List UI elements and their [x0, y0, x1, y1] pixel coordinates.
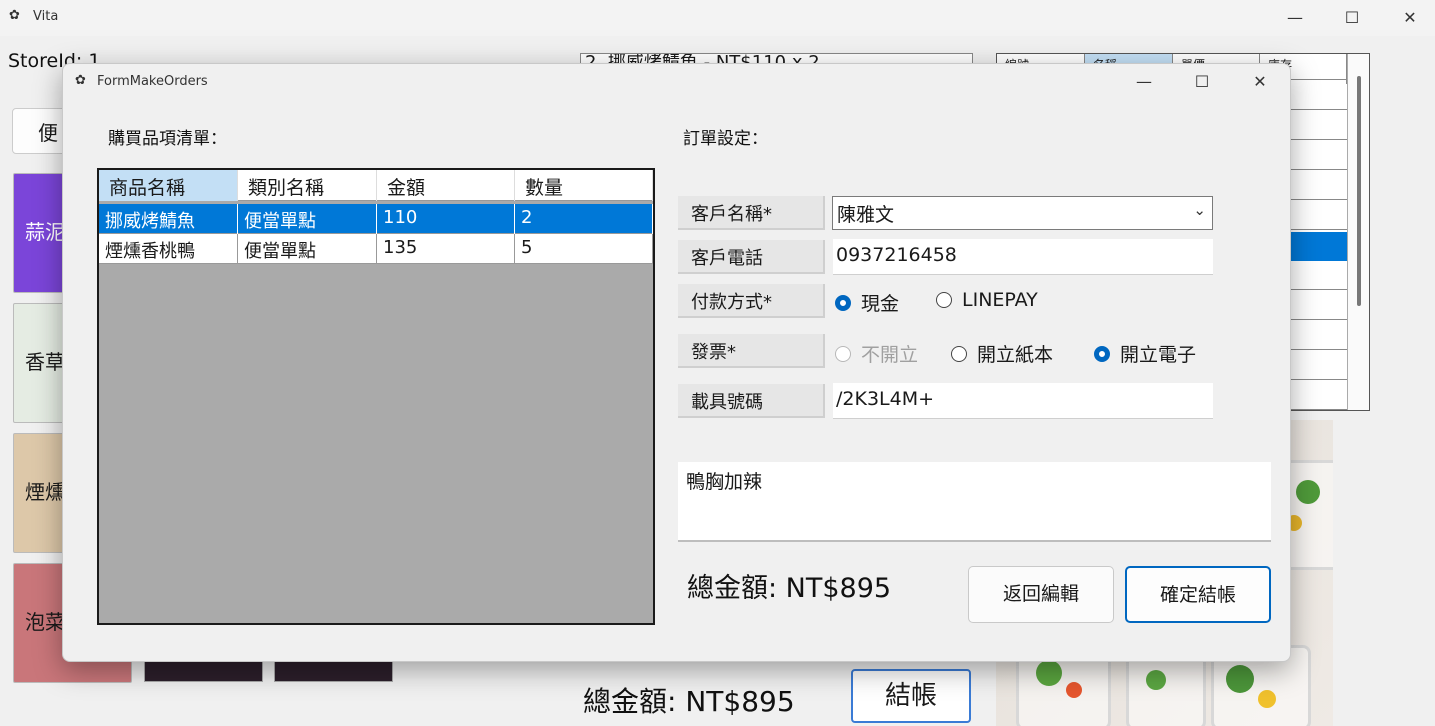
main-total-label: 總金額: NT$895 — [583, 685, 795, 718]
customer-name-value: 陳雅文 — [837, 204, 895, 226]
dialog-minimize-button[interactable]: — — [1115, 64, 1173, 100]
payment-method-label: 付款方式* — [678, 284, 825, 318]
main-titlebar: ✿ Vita — ☐ ✕ — [0, 0, 1435, 36]
product-tile[interactable] — [144, 660, 263, 682]
dialog-total-label: 總金額: NT$895 — [687, 573, 892, 604]
main-window-title: Vita — [33, 9, 59, 24]
customer-phone-label: 客戶電話 — [678, 240, 825, 274]
cell-amount[interactable]: 135 — [377, 234, 515, 264]
radio-label[interactable]: LINEPAY — [962, 289, 1038, 311]
chevron-down-icon[interactable]: ⌄ — [1193, 201, 1206, 219]
main-close-button[interactable]: ✕ — [1387, 2, 1433, 34]
column-header-product-name[interactable]: 商品名稱 — [99, 170, 238, 201]
checkout-button[interactable]: 結帳 — [851, 669, 971, 723]
cell-category[interactable]: 便當單點 — [238, 204, 377, 234]
table-row[interactable]: 挪威烤鯖魚 便當單點 110 2 — [99, 204, 653, 234]
items-heading: 購買品項清單： — [108, 129, 227, 149]
dialog-close-button[interactable]: ✕ — [1231, 64, 1289, 100]
radio-unchecked-icon[interactable] — [951, 345, 967, 362]
column-header-amount[interactable]: 金額 — [377, 170, 515, 201]
invoice-label: 發票* — [678, 334, 825, 368]
app-icon: ✿ — [9, 8, 20, 23]
radio-label[interactable]: 開立電子 — [1120, 340, 1196, 367]
radio-label[interactable]: 開立紙本 — [977, 340, 1053, 367]
payment-cash-radio[interactable]: 現金 — [835, 289, 899, 316]
invoice-electronic-radio[interactable]: 開立電子 — [1094, 340, 1196, 367]
cell-category[interactable]: 便當單點 — [238, 234, 377, 264]
product-tile[interactable] — [274, 660, 393, 682]
radio-checked-icon[interactable] — [1094, 345, 1110, 362]
cell-product-name[interactable]: 煙燻香桃鴨 — [99, 234, 238, 264]
cell-product-name[interactable]: 挪威烤鯖魚 — [99, 204, 238, 234]
radio-label: 不開立 — [861, 344, 919, 366]
customer-name-label: 客戶名稱* — [678, 196, 825, 230]
radio-label[interactable]: 現金 — [861, 289, 899, 316]
order-grid-header: 商品名稱 類別名稱 金額 數量 — [99, 170, 653, 201]
settings-heading: 訂單設定： — [683, 129, 768, 149]
invoice-none-radio: 不開立 — [835, 340, 918, 367]
confirm-checkout-button[interactable]: 確定結帳 — [1125, 566, 1271, 623]
scrollbar-thumb[interactable] — [1357, 76, 1361, 306]
main-minimize-button[interactable]: — — [1272, 2, 1318, 34]
radio-unchecked-icon — [835, 345, 851, 362]
radio-checked-icon[interactable] — [835, 294, 851, 311]
main-maximize-button[interactable]: ☐ — [1329, 2, 1375, 34]
customer-name-combobox[interactable]: 陳雅文 ⌄ — [832, 196, 1213, 230]
cell-amount[interactable]: 110 — [377, 204, 515, 234]
make-orders-dialog: ✿ FormMakeOrders — ☐ ✕ 購買品項清單： 訂單設定： 商品名… — [62, 63, 1291, 662]
column-header-quantity[interactable]: 數量 — [515, 170, 653, 201]
table-row[interactable]: 煙燻香桃鴨 便當單點 135 5 — [99, 234, 653, 264]
dialog-title: FormMakeOrders — [97, 74, 208, 89]
cell-quantity[interactable]: 2 — [515, 204, 653, 234]
carrier-label: 載具號碼 — [678, 384, 825, 418]
back-to-edit-button[interactable]: 返回編輯 — [968, 566, 1114, 623]
radio-unchecked-icon[interactable] — [936, 292, 952, 308]
dialog-maximize-button[interactable]: ☐ — [1173, 64, 1231, 100]
order-items-grid[interactable]: 商品名稱 類別名稱 金額 數量 挪威烤鯖魚 便當單點 110 2 煙燻香桃鴨 便… — [97, 168, 655, 625]
dialog-app-icon: ✿ — [75, 73, 86, 88]
invoice-paper-radio[interactable]: 開立紙本 — [951, 340, 1053, 367]
customer-phone-input[interactable]: 0937216458 — [833, 239, 1213, 275]
order-memo-textarea[interactable]: 鴨胸加辣 — [678, 462, 1271, 542]
cell-quantity[interactable]: 5 — [515, 234, 653, 264]
carrier-number-input[interactable]: /2K3L4M+ — [833, 383, 1213, 419]
grid-scrollbar[interactable] — [1347, 54, 1369, 410]
column-header-category[interactable]: 類別名稱 — [238, 170, 377, 201]
payment-linepay-radio[interactable]: LINEPAY — [936, 289, 1038, 311]
